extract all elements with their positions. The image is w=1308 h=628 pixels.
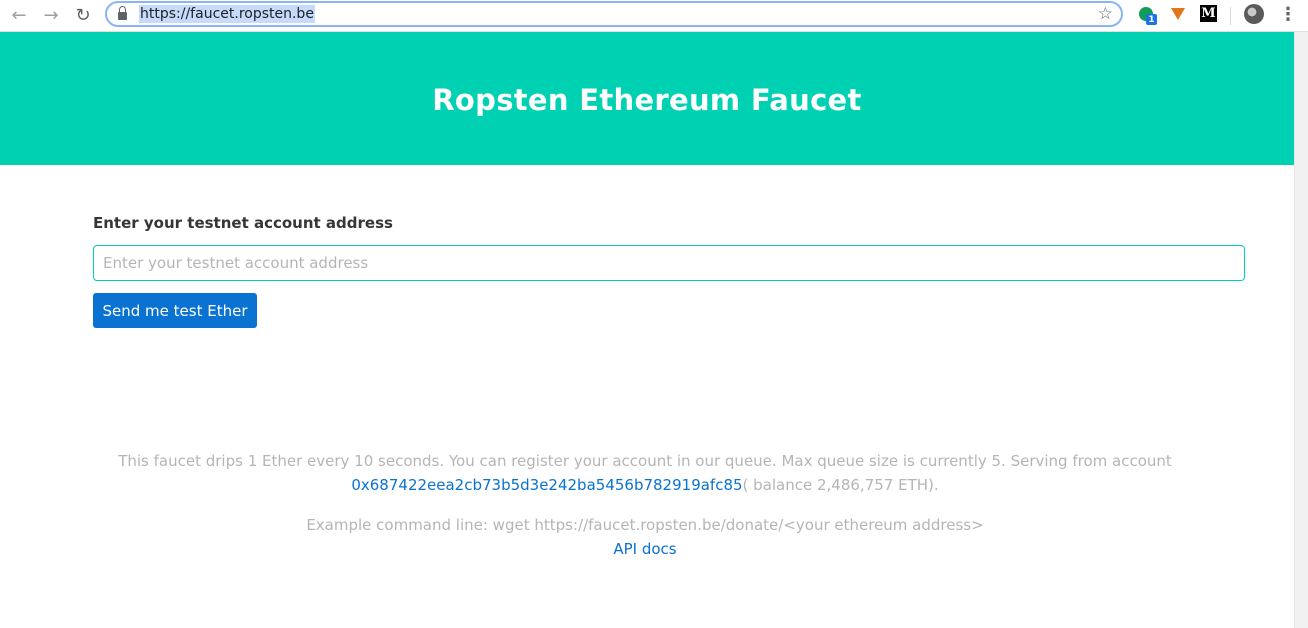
profile-avatar[interactable]: [1244, 4, 1264, 24]
faucet-info: This faucet drips 1 Ether every 10 secon…: [0, 449, 1290, 497]
address-input[interactable]: [93, 245, 1245, 281]
metamask-fox-icon[interactable]: [1169, 5, 1187, 23]
page-scrollbar[interactable]: [1294, 32, 1308, 628]
drip-text: This faucet drips 1 Ether every 10 secon…: [118, 452, 1172, 470]
url-text[interactable]: https://faucet.ropsten.be: [139, 5, 315, 23]
extension-green-icon[interactable]: 1: [1137, 5, 1157, 25]
reload-icon[interactable]: ↻: [70, 3, 96, 29]
toolbar-divider: [1230, 7, 1231, 25]
account-address-link[interactable]: 0x687422eea2cb73b5d3e242ba5456b782919afc…: [351, 476, 742, 494]
fox-shape-icon: [1171, 8, 1185, 20]
extension-badge: 1: [1146, 14, 1157, 25]
address-label: Enter your testnet account address: [93, 214, 393, 232]
api-docs-link[interactable]: API docs: [613, 540, 676, 558]
back-arrow-icon[interactable]: ←: [6, 3, 32, 29]
page-title: Ropsten Ethereum Faucet: [432, 82, 862, 117]
forward-arrow-icon[interactable]: →: [38, 3, 64, 29]
lock-icon[interactable]: [118, 6, 127, 20]
balance-text: ( balance 2,486,757 ETH).: [742, 476, 939, 494]
send-ether-button[interactable]: Send me test Ether: [93, 293, 257, 328]
more-vert-icon[interactable]: ⋮: [1279, 5, 1297, 25]
star-icon[interactable]: ☆: [1098, 4, 1113, 24]
medium-icon[interactable]: M: [1200, 5, 1217, 22]
address-bar[interactable]: https://faucet.ropsten.be ☆: [105, 1, 1123, 27]
example-command-text: Example command line: wget https://fauce…: [306, 516, 984, 534]
browser-toolbar: ← → ↻ https://faucet.ropsten.be ☆ 1 M ⋮: [0, 0, 1308, 32]
example-info: Example command line: wget https://fauce…: [0, 513, 1290, 561]
hero-banner: Ropsten Ethereum Faucet: [0, 32, 1294, 165]
